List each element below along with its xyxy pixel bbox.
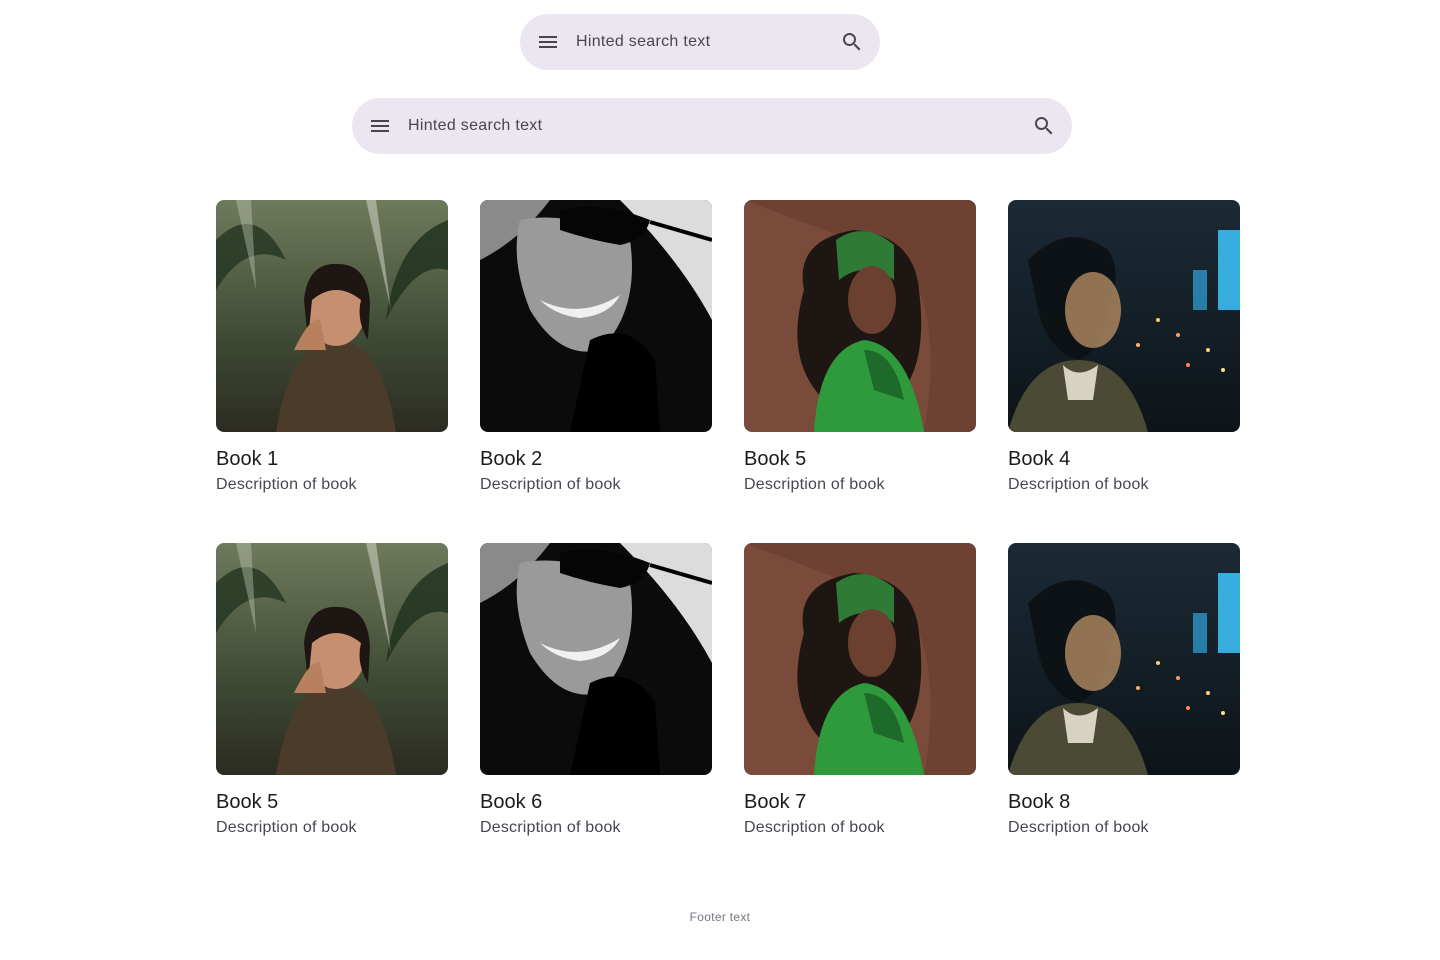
book-card[interactable]: Book 5 Description of book [216,543,448,839]
book-card[interactable]: Book 6 Description of book [480,543,712,839]
book-grid: Book 1 Description of book Book 2 Descri… [216,200,1240,839]
book-title: Book 8 [1008,791,1071,813]
woman-in-jungle-photo[interactable] [216,200,448,432]
book-title: Book 4 [1008,448,1071,470]
blurred-man-city-night-photo[interactable] [1008,200,1240,432]
book-description: Description of book [1008,819,1149,836]
book-title: Book 1 [216,448,279,470]
search-icon[interactable] [840,30,864,54]
book-title: Book 6 [480,791,543,813]
blurred-man-city-night-photo[interactable] [1008,543,1240,775]
search-input-placeholder[interactable]: Hinted search text [408,117,1032,135]
book-card[interactable]: Book 7 Description of book [744,543,976,839]
book-title: Book 7 [744,791,807,813]
book-description: Description of book [216,819,357,836]
book-card[interactable]: Book 2 Description of book [480,200,712,496]
book-title: Book 5 [744,448,807,470]
book-description: Description of book [1008,476,1149,493]
book-title: Book 5 [216,791,279,813]
search-bar-compact[interactable]: Hinted search text [520,14,880,70]
book-description: Description of book [480,476,621,493]
book-card[interactable]: Book 5 Description of book [744,200,976,496]
monochrome-sunglasses-portrait-photo[interactable] [480,200,712,432]
woman-in-green-outfit-photo[interactable] [744,200,976,432]
book-title: Book 2 [480,448,543,470]
book-description: Description of book [744,819,885,836]
footer-text: Footer text [689,910,751,924]
book-card[interactable]: Book 1 Description of book [216,200,448,496]
monochrome-sunglasses-portrait-photo[interactable] [480,543,712,775]
woman-in-jungle-photo[interactable] [216,543,448,775]
book-description: Description of book [744,476,885,493]
menu-icon[interactable] [536,30,560,54]
search-bar-wide[interactable]: Hinted search text [352,98,1072,154]
book-description: Description of book [216,476,357,493]
menu-icon[interactable] [368,114,392,138]
book-card[interactable]: Book 8 Description of book [1008,543,1240,839]
search-icon[interactable] [1032,114,1056,138]
book-card[interactable]: Book 4 Description of book [1008,200,1240,496]
search-input-placeholder[interactable]: Hinted search text [576,33,840,51]
book-description: Description of book [480,819,621,836]
woman-in-green-outfit-photo[interactable] [744,543,976,775]
